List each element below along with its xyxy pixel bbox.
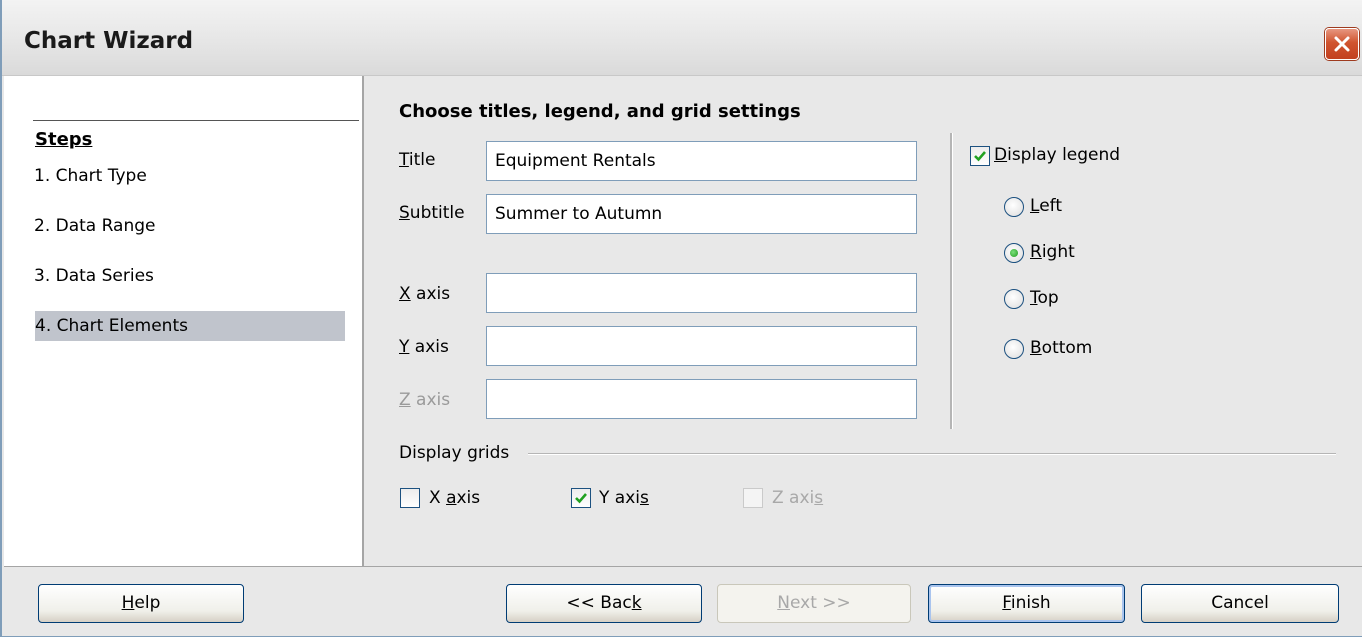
grid-z-axis-label: Z axis bbox=[772, 488, 824, 508]
checkmark-icon bbox=[974, 151, 986, 162]
legend-left-label[interactable]: Left bbox=[1030, 196, 1062, 216]
checkmark-icon bbox=[575, 493, 587, 504]
step-chart-elements[interactable]: 4. Chart Elements bbox=[35, 311, 345, 341]
grid-z-axis-checkbox bbox=[743, 488, 763, 508]
section-title: Choose titles, legend, and grid settings bbox=[399, 101, 801, 122]
step-chart-type[interactable]: 1. Chart Type bbox=[34, 161, 147, 191]
back-button[interactable]: << Back bbox=[506, 584, 702, 623]
steps-heading: Steps bbox=[35, 129, 93, 150]
legend-separator bbox=[950, 133, 953, 429]
legend-bottom-radio[interactable] bbox=[1004, 339, 1024, 359]
legend-top-radio[interactable] bbox=[1004, 289, 1024, 309]
cancel-button[interactable]: Cancel bbox=[1141, 584, 1339, 623]
subtitle-input[interactable] bbox=[486, 194, 917, 234]
subtitle-label: Subtitle bbox=[399, 203, 465, 223]
z-axis-title-input bbox=[486, 379, 917, 419]
grid-x-axis-checkbox[interactable] bbox=[400, 488, 420, 508]
chart-wizard-dialog: Chart Wizard Steps 1. Chart Type 2. Data… bbox=[0, 0, 1362, 637]
display-grids-rule bbox=[528, 453, 1336, 455]
z-axis-label: Z axis bbox=[399, 390, 451, 410]
x-axis-label: X axis bbox=[399, 284, 451, 304]
next-button: Next >> bbox=[717, 584, 911, 623]
finish-button[interactable]: Finish bbox=[928, 584, 1125, 623]
close-icon bbox=[1334, 36, 1350, 52]
legend-left-radio[interactable] bbox=[1004, 197, 1024, 217]
grid-x-axis-label[interactable]: X axis bbox=[429, 488, 480, 508]
display-legend-checkbox[interactable] bbox=[970, 146, 990, 166]
legend-bottom-label[interactable]: Bottom bbox=[1030, 338, 1092, 358]
y-axis-title-input[interactable] bbox=[486, 326, 917, 366]
steps-divider bbox=[33, 120, 359, 121]
help-button[interactable]: Help bbox=[38, 584, 244, 623]
legend-right-radio[interactable] bbox=[1004, 243, 1024, 263]
legend-right-label[interactable]: Right bbox=[1030, 242, 1075, 262]
title-bar[interactable]: Chart Wizard bbox=[2, 0, 1362, 76]
title-label: Title bbox=[399, 150, 436, 170]
x-axis-title-input[interactable] bbox=[486, 273, 917, 313]
grid-y-axis-label[interactable]: Y axis bbox=[599, 488, 649, 508]
grid-y-axis-checkbox[interactable] bbox=[571, 488, 591, 508]
window-title: Chart Wizard bbox=[24, 28, 194, 54]
display-legend-label[interactable]: Display legend bbox=[994, 145, 1120, 165]
step-data-series[interactable]: 3. Data Series bbox=[34, 261, 154, 291]
display-grids-label: Display grids bbox=[399, 443, 510, 463]
step-data-range[interactable]: 2. Data Range bbox=[34, 211, 156, 241]
y-axis-label: Y axis bbox=[399, 337, 449, 357]
radio-selected-dot bbox=[1010, 249, 1018, 257]
title-input[interactable] bbox=[486, 141, 917, 181]
close-button[interactable] bbox=[1325, 28, 1359, 60]
legend-top-label[interactable]: Top bbox=[1030, 288, 1059, 308]
